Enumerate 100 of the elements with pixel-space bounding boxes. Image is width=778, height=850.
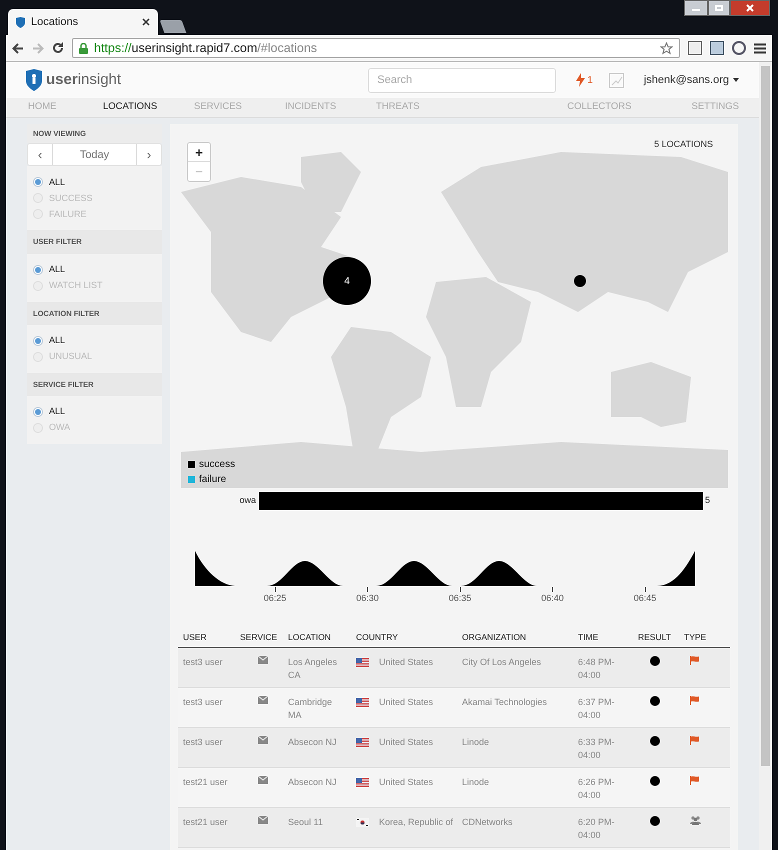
table-cell-text: test3 user bbox=[183, 696, 224, 709]
column-header[interactable]: ORGANIZATION bbox=[462, 630, 578, 644]
nav-tab[interactable]: LOCATIONS bbox=[103, 100, 158, 115]
bar-label: owa bbox=[238, 494, 257, 508]
table-cell-text: United States bbox=[379, 736, 434, 749]
column-header[interactable]: LOCATION bbox=[288, 630, 356, 644]
table-cell-text: CDNetworks bbox=[462, 816, 514, 829]
radio-label: ALL bbox=[49, 176, 66, 188]
flag-icon bbox=[356, 658, 369, 667]
url-text: https://userinsight.rapid7.com/#locations bbox=[94, 40, 318, 57]
extension-icon[interactable] bbox=[710, 41, 724, 55]
table-cell-text: United States bbox=[379, 776, 434, 789]
table-cell-text: Seoul 11 bbox=[288, 816, 324, 829]
table-row[interactable]: test21 user Seoul 11 Korea, Republic of CDNetworks 6:20 PM-04:00 bbox=[178, 808, 730, 848]
flag-icon bbox=[356, 778, 369, 787]
time-tick-label: 06:30 bbox=[355, 592, 380, 605]
user-menu[interactable]: jshenk@sans.org bbox=[644, 72, 739, 88]
shield-icon bbox=[26, 69, 42, 91]
table-cell-text: 6:33 PM-04:00 bbox=[578, 736, 616, 762]
maximize-button[interactable] bbox=[708, 0, 730, 16]
flag-icon bbox=[690, 736, 700, 745]
radio-button[interactable] bbox=[33, 407, 43, 417]
close-button[interactable] bbox=[730, 0, 770, 16]
zoom-in-button[interactable]: + bbox=[188, 143, 210, 162]
mail-icon bbox=[258, 696, 268, 704]
scrollbar[interactable] bbox=[759, 62, 772, 850]
flag-icon bbox=[690, 776, 700, 785]
search-field[interactable]: Search bbox=[368, 68, 556, 92]
lightning-icon[interactable] bbox=[576, 73, 586, 87]
mail-icon bbox=[258, 816, 268, 824]
table-cell-text: test3 user bbox=[183, 736, 224, 749]
table-cell-text: Los Angeles CA bbox=[288, 656, 338, 682]
bar-value: 5 bbox=[704, 494, 710, 508]
column-header[interactable]: TIME bbox=[578, 630, 638, 644]
table-cell-text: Cambridge MA bbox=[288, 696, 334, 722]
period-label: Today bbox=[78, 148, 110, 162]
table-cell-text: Korea, Republic of bbox=[379, 816, 454, 829]
previous-button[interactable]: ‹ bbox=[28, 144, 53, 166]
table-cell-text: 6:20 PM-04:00 bbox=[578, 816, 616, 842]
close-icon bbox=[746, 4, 754, 12]
flag-icon bbox=[690, 656, 700, 665]
time-tick-label: 06:25 bbox=[262, 592, 288, 605]
star-icon[interactable] bbox=[660, 42, 673, 54]
table-cell-text: City Of Los Angeles bbox=[462, 656, 542, 669]
radio-label: ALL bbox=[49, 262, 66, 276]
column-header[interactable]: TYPE bbox=[684, 630, 718, 644]
time-tick-label: 06:45 bbox=[632, 592, 658, 605]
close-icon[interactable] bbox=[142, 18, 150, 26]
table-cell-text: test3 user bbox=[183, 656, 224, 669]
minimize-button[interactable] bbox=[684, 0, 708, 16]
table-cell-text: Linode bbox=[462, 776, 490, 789]
column-header[interactable]: USER bbox=[183, 630, 240, 644]
legend-label: failure bbox=[199, 473, 226, 487]
lock-icon bbox=[79, 42, 88, 54]
table-cell-text: Linode bbox=[462, 736, 490, 749]
column-header[interactable]: COUNTRY bbox=[356, 630, 462, 644]
table-row[interactable]: test3 user Absecon NJ United States Linode 6:33 PM-04:00 bbox=[178, 728, 730, 768]
table-cell-text: Absecon NJ bbox=[288, 776, 338, 789]
shield-icon bbox=[16, 16, 25, 28]
radio-button[interactable] bbox=[33, 177, 43, 188]
table-cell-text: Akamai Technologies bbox=[462, 696, 548, 709]
time-tick-label: 06:35 bbox=[448, 592, 472, 605]
location-count: 5 LOCATIONS bbox=[654, 138, 713, 151]
table-row[interactable]: test3 user Los Angeles CA United States City Of Los Angeles 6:48 PM-04:00 bbox=[178, 648, 730, 688]
reload-icon[interactable] bbox=[52, 42, 64, 54]
flag-icon bbox=[356, 818, 369, 827]
table-cell-text: 6:48 PM-04:00 bbox=[578, 656, 616, 682]
mail-icon bbox=[258, 776, 268, 784]
flag-icon bbox=[356, 698, 369, 707]
table-cell-text: United States bbox=[379, 656, 434, 669]
extension-icon[interactable] bbox=[688, 41, 702, 55]
address-bar[interactable]: https://userinsight.rapid7.com/#locations bbox=[72, 38, 680, 58]
mail-icon bbox=[258, 736, 268, 744]
alert-count: 1 bbox=[587, 74, 593, 88]
radio-label: ALL bbox=[49, 334, 66, 347]
radio-label: ALL bbox=[49, 405, 66, 418]
flag-icon bbox=[690, 696, 700, 705]
flag-icon bbox=[356, 738, 369, 747]
radio-button[interactable] bbox=[33, 264, 43, 274]
extension-icon[interactable] bbox=[732, 41, 746, 55]
table-cell-text: Absecon NJ bbox=[288, 736, 338, 749]
browser-tab[interactable]: Locations bbox=[8, 9, 158, 35]
column-header[interactable]: RESULT bbox=[638, 630, 684, 644]
table-cell-text: test21 user bbox=[183, 816, 229, 829]
time-tick-label: 06:40 bbox=[540, 592, 565, 605]
logo[interactable]: userinsight bbox=[26, 68, 122, 92]
logo-text: userinsight bbox=[46, 70, 122, 90]
radio-button[interactable] bbox=[33, 336, 43, 346]
menu-icon[interactable] bbox=[754, 42, 766, 54]
back-icon[interactable] bbox=[12, 42, 24, 54]
new-tab-button[interactable] bbox=[160, 20, 186, 33]
users-icon bbox=[690, 816, 701, 825]
legend-label: success bbox=[199, 458, 236, 472]
next-button[interactable]: › bbox=[136, 144, 161, 166]
table-cell-text: test21 user bbox=[183, 776, 229, 789]
mail-icon bbox=[258, 656, 268, 664]
table-cell-text: 6:37 PM-04:00 bbox=[578, 696, 616, 722]
column-header[interactable]: SERVICE bbox=[240, 630, 288, 644]
table-cell-text: 6:26 PM-04:00 bbox=[578, 776, 616, 802]
table-cell-text: United States bbox=[379, 696, 434, 709]
